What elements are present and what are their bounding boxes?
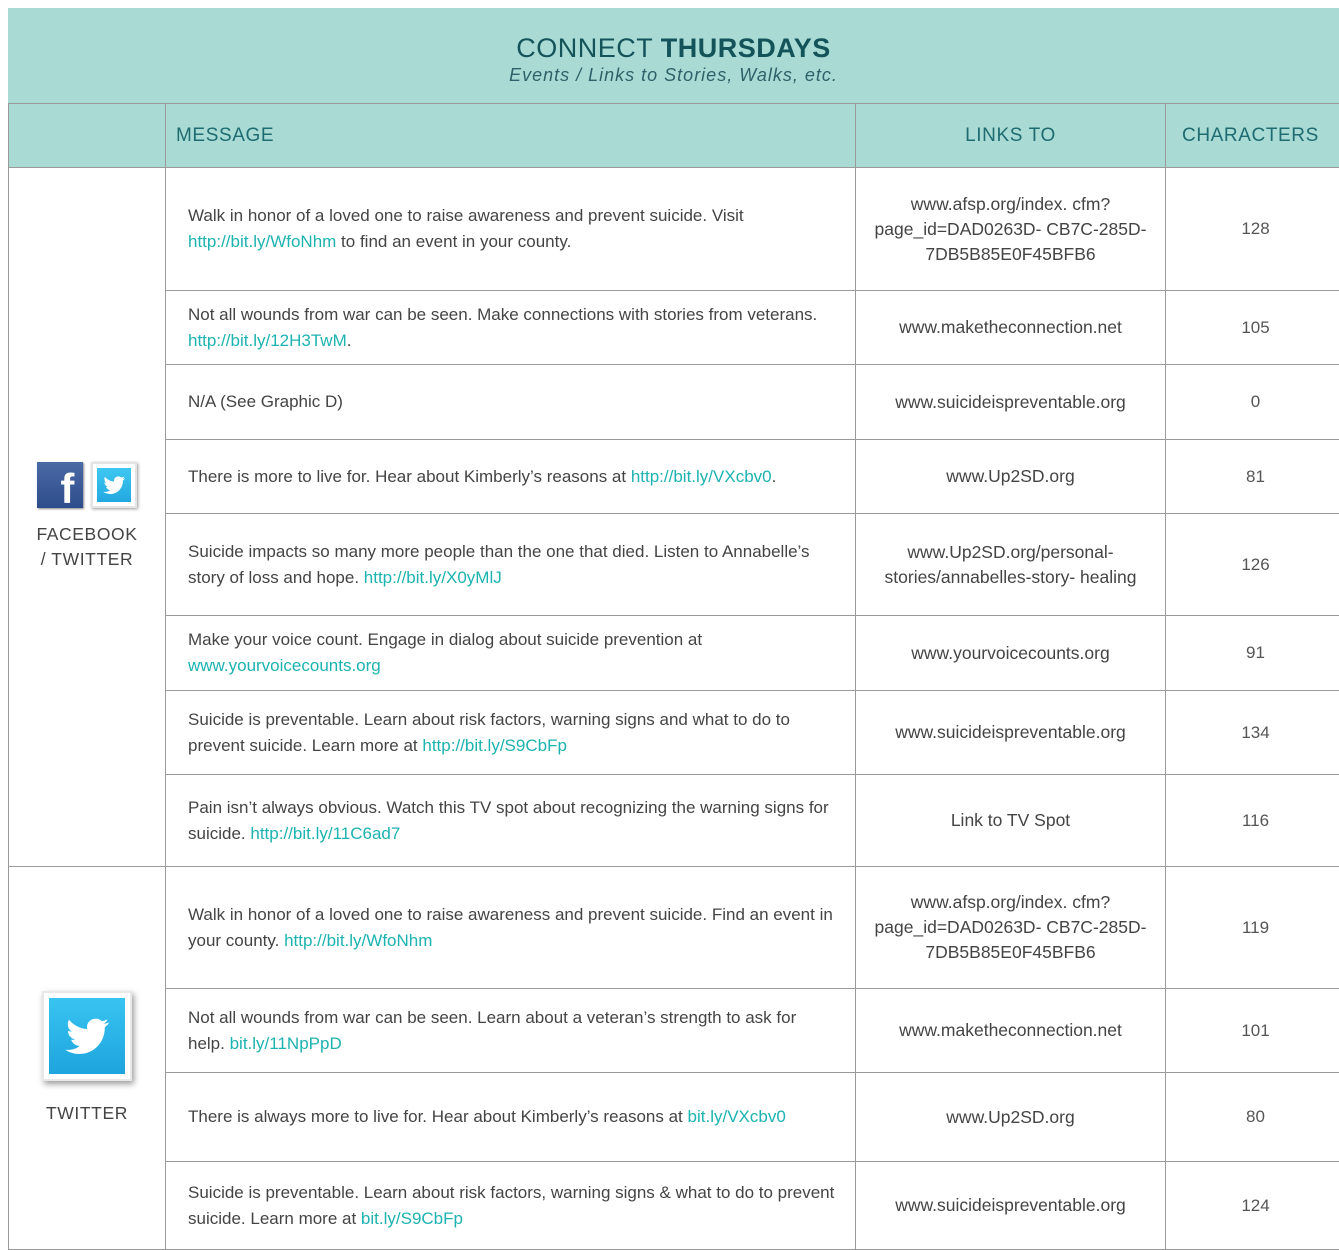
- message-cell: Pain isn’t always obvious. Watch this TV…: [166, 775, 856, 867]
- page-banner: CONNECT THURSDAYS Events / Links to Stor…: [8, 8, 1339, 104]
- links-to-cell: www.Up2SD.org: [856, 440, 1166, 514]
- message-cell: Walk in honor of a loved one to raise aw…: [166, 168, 856, 291]
- title-prefix: CONNECT: [516, 33, 653, 63]
- character-count: 81: [1166, 440, 1339, 514]
- table-row: Suicide is preventable. Learn about risk…: [9, 1162, 1339, 1250]
- table-row: Suicide impacts so many more people than…: [9, 514, 1339, 616]
- short-link[interactable]: bit.ly/S9CbFp: [361, 1209, 463, 1228]
- message-text-end: .: [772, 467, 777, 486]
- table-row: Suicide is preventable. Learn about risk…: [9, 691, 1339, 775]
- message-cell: N/A (See Graphic D): [166, 365, 856, 440]
- links-to-cell: www.maketheconnection.net: [856, 291, 1166, 365]
- short-link[interactable]: http://bit.ly/WfoNhm: [188, 232, 336, 251]
- character-count: 0: [1166, 365, 1339, 440]
- links-to-cell: www.yourvoicecounts.org: [856, 616, 1166, 691]
- links-to-cell: www.suicideispreventable.org: [856, 365, 1166, 440]
- table-row: Not all wounds from war can be seen. Lea…: [9, 989, 1339, 1073]
- title-bold: THURSDAYS: [661, 33, 831, 63]
- links-to-cell: Link to TV Spot: [856, 775, 1166, 867]
- platform-column-header: [9, 104, 166, 168]
- character-count: 124: [1166, 1162, 1339, 1250]
- short-link[interactable]: http://bit.ly/VXcbv0: [631, 467, 772, 486]
- character-count: 134: [1166, 691, 1339, 775]
- message-text-end: .: [347, 331, 352, 350]
- platform-label: TWITTER: [9, 1101, 165, 1126]
- links-to-column-header: LINKS TO: [856, 104, 1166, 168]
- message-table: MESSAGE LINKS TO CHARACTERS f FACEBOOK/ T…: [8, 103, 1339, 1250]
- character-count: 119: [1166, 867, 1339, 989]
- table-row: N/A (See Graphic D) www.suicideispreventa…: [9, 365, 1339, 440]
- links-to-cell: www.afsp.org/index. cfm?page_id=DAD0263D…: [856, 867, 1166, 989]
- message-text: Make your voice count. Engage in dialog …: [188, 630, 702, 649]
- links-to-cell: www.suicideispreventable.org: [856, 1162, 1166, 1250]
- links-to-cell: www.suicideispreventable.org: [856, 691, 1166, 775]
- message-text-end: to find an event in your county.: [336, 232, 571, 251]
- platform-label: FACEBOOK/ TWITTER: [9, 522, 165, 572]
- short-link[interactable]: http://bit.ly/11C6ad7: [250, 824, 400, 843]
- twitter-icon: [42, 991, 132, 1081]
- character-count: 126: [1166, 514, 1339, 616]
- page-subtitle: Events / Links to Stories, Walks, etc.: [8, 65, 1339, 86]
- table-body: f FACEBOOK/ TWITTER Walk in honor of a lov…: [9, 168, 1339, 1250]
- short-link[interactable]: www.yourvoicecounts.org: [188, 656, 381, 675]
- facebook-icon: f: [37, 462, 83, 508]
- table-row: TWITTERWalk in honor of a loved one to r…: [9, 867, 1339, 989]
- platform-cell: TWITTER: [9, 867, 166, 1250]
- character-count: 91: [1166, 616, 1339, 691]
- character-count: 80: [1166, 1073, 1339, 1162]
- table-row: Not all wounds from war can be seen. Mak…: [9, 291, 1339, 365]
- message-cell: There is always more to live for. Hear a…: [166, 1073, 856, 1162]
- message-cell: Suicide is preventable. Learn about risk…: [166, 1162, 856, 1250]
- platform-cell: f FACEBOOK/ TWITTER: [9, 168, 166, 867]
- page-title: CONNECT THURSDAYS: [8, 33, 1339, 63]
- short-link[interactable]: http://bit.ly/WfoNhm: [284, 931, 432, 950]
- message-cell: Not all wounds from war can be seen. Lea…: [166, 989, 856, 1073]
- message-text: Walk in honor of a loved one to raise aw…: [188, 206, 744, 225]
- message-text: There is always more to live for. Hear a…: [188, 1107, 688, 1126]
- message-cell: Walk in honor of a loved one to raise aw…: [166, 867, 856, 989]
- character-count: 105: [1166, 291, 1339, 365]
- links-to-cell: www.Up2SD.org/personal- stories/annabell…: [856, 514, 1166, 616]
- message-text: There is more to live for. Hear about Ki…: [188, 467, 631, 486]
- links-to-cell: www.Up2SD.org: [856, 1073, 1166, 1162]
- table-row: Pain isn’t always obvious. Watch this TV…: [9, 775, 1339, 867]
- twitter-icon: [91, 462, 137, 508]
- characters-column-header: CHARACTERS: [1166, 104, 1339, 168]
- short-link[interactable]: http://bit.ly/12H3TwM: [188, 331, 347, 350]
- short-link[interactable]: http://bit.ly/S9CbFp: [422, 736, 567, 755]
- short-link[interactable]: http://bit.ly/X0yMlJ: [364, 568, 502, 587]
- short-link[interactable]: bit.ly/11NpPpD: [230, 1034, 342, 1053]
- links-to-cell: www.maketheconnection.net: [856, 989, 1166, 1073]
- table-row: fFACEBOOK/ TWITTERWalk in honor of a lov…: [9, 168, 1339, 291]
- table-header-row: MESSAGE LINKS TO CHARACTERS: [9, 104, 1339, 168]
- table-row: There is always more to live for. Hear a…: [9, 1073, 1339, 1162]
- message-cell: Suicide impacts so many more people than…: [166, 514, 856, 616]
- message-text: Not all wounds from war can be seen. Mak…: [188, 305, 817, 324]
- character-count: 128: [1166, 168, 1339, 291]
- message-cell: There is more to live for. Hear about Ki…: [166, 440, 856, 514]
- links-to-cell: www.afsp.org/index. cfm?page_id=DAD0263D…: [856, 168, 1166, 291]
- message-cell: Suicide is preventable. Learn about risk…: [166, 691, 856, 775]
- character-count: 101: [1166, 989, 1339, 1073]
- short-link[interactable]: bit.ly/VXcbv0: [688, 1107, 786, 1126]
- table-row: Make your voice count. Engage in dialog …: [9, 616, 1339, 691]
- message-cell: Not all wounds from war can be seen. Mak…: [166, 291, 856, 365]
- character-count: 116: [1166, 775, 1339, 867]
- message-column-header: MESSAGE: [166, 104, 856, 168]
- message-text: Suicide is preventable. Learn about risk…: [188, 1183, 834, 1228]
- platform-icons: f: [9, 462, 165, 508]
- message-text: N/A (See Graphic D): [188, 392, 343, 411]
- table-row: There is more to live for. Hear about Ki…: [9, 440, 1339, 514]
- message-cell: Make your voice count. Engage in dialog …: [166, 616, 856, 691]
